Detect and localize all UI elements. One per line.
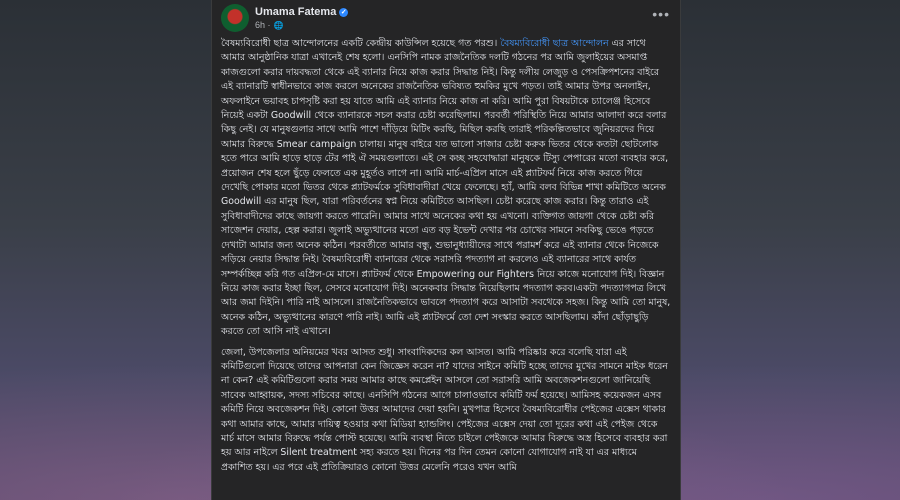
post-body: বৈষম্যবিরোধী ছাত্র আন্দোলনের একটি কেন্দ্…	[221, 37, 671, 481]
avatar[interactable]	[221, 4, 249, 32]
post-paragraph-1: বৈষম্যবিরোধী ছাত্র আন্দোলনের একটি কেন্দ্…	[221, 37, 671, 340]
author-name-container: Umama Fatema ✓	[255, 6, 349, 18]
globe-icon: 🌐	[273, 21, 284, 30]
paragraph-1-intro: বৈষম্যবিরোধী ছাত্র আন্দোলনের একটি কেন্দ্…	[221, 38, 501, 49]
verified-badge-icon: ✓	[339, 8, 349, 17]
more-options-icon[interactable]: •••	[652, 6, 670, 22]
paragraph-1-rest: এর সাথে আমার আনুষ্ঠানিক যাত্রা এখানেই শে…	[221, 38, 671, 338]
post-card: Umama Fatema ✓ 6h · 🌐 ••• বৈষম্যবিরোধী ছাত…	[211, 0, 681, 500]
post-paragraph-2: জেলা, উপজেলার অনিয়মের খবর আসত শুধু। সাং…	[221, 346, 668, 473]
post-meta: 6h · 🌐	[255, 20, 284, 30]
post-header: Umama Fatema ✓ 6h · 🌐 •••	[212, 0, 680, 38]
post-time[interactable]: 6h	[255, 20, 265, 30]
mention-link[interactable]: বৈষম্যবিরোধী ছাত্র আন্দোলন	[500, 38, 608, 49]
author-name[interactable]: Umama Fatema	[255, 6, 336, 18]
